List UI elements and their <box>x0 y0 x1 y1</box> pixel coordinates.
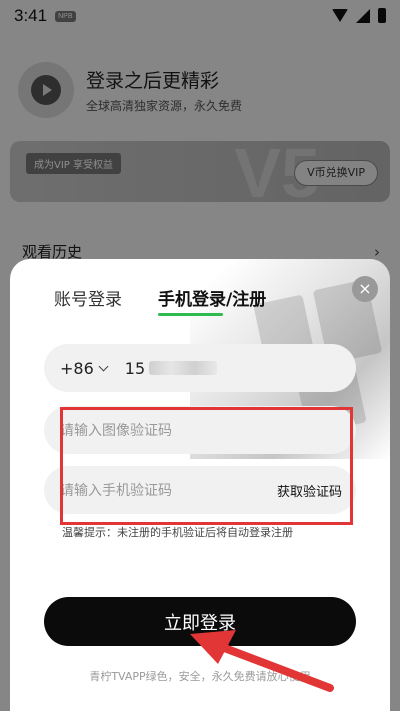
tab-phone-login[interactable]: 手机登录/注册 <box>158 285 266 316</box>
chevron-down-icon <box>98 361 109 371</box>
login-button[interactable]: 立即登录 <box>44 597 356 646</box>
tab-account-login[interactable]: 账号登录 <box>54 285 122 310</box>
annotation-highlight-box <box>60 407 353 525</box>
phone-number-value[interactable]: 15 <box>125 359 145 378</box>
registration-tip: 温馨提示：未注册的手机验证后将自动登录注册 <box>62 526 293 539</box>
phone-number-redacted <box>149 361 218 375</box>
close-button[interactable]: × <box>352 276 378 302</box>
login-tabs: 账号登录 手机登录/注册 <box>54 285 266 316</box>
footer-note: 青柠TVAPP绿色，安全，永久免费请放心使用 <box>89 670 311 683</box>
country-code-selector[interactable]: +86 <box>60 359 109 378</box>
active-tab-indicator <box>158 313 223 316</box>
login-sheet: 账号登录 手机登录/注册 × +86 15 请输入图像验证码 请输入手机验证码 … <box>10 259 390 711</box>
close-icon: × <box>358 279 372 298</box>
phone-field[interactable]: +86 15 <box>44 344 356 392</box>
